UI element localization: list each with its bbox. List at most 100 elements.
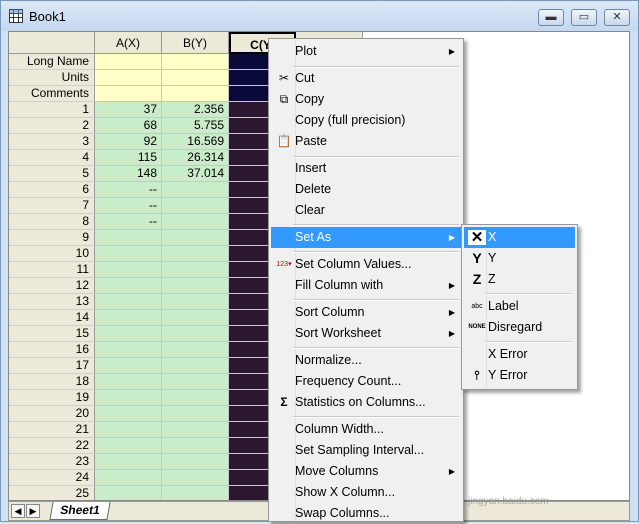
submenu-item-y-error[interactable]: ⫯ Y Error	[464, 365, 575, 386]
cell-b[interactable]: 2.356	[162, 102, 229, 118]
menu-item-fill-column-with[interactable]: Fill Column with ▶	[271, 275, 461, 296]
submenu-item-x[interactable]: ✕ X	[464, 227, 575, 248]
cell-a[interactable]: 92	[95, 134, 162, 150]
cell-a[interactable]: 148	[95, 166, 162, 182]
cell-b[interactable]	[162, 310, 229, 326]
menu-item-clear[interactable]: Clear	[271, 200, 461, 221]
menu-item-column-width[interactable]: Column Width...	[271, 419, 461, 440]
menu-item-label: Delete	[295, 182, 332, 196]
cell-a[interactable]: 115	[95, 150, 162, 166]
sheet-tab[interactable]: Sheet1	[49, 502, 111, 520]
cell-b[interactable]: 5.755	[162, 118, 229, 134]
cell-b[interactable]	[162, 182, 229, 198]
cell-b[interactable]	[162, 230, 229, 246]
cell-b[interactable]	[162, 390, 229, 406]
menu-item-move-columns[interactable]: Move Columns ▶	[271, 461, 461, 482]
cell-a-units[interactable]	[95, 70, 162, 86]
minimize-button[interactable]: ▬	[538, 9, 564, 26]
cell-a[interactable]: --	[95, 198, 162, 214]
menu-item-copy-full-precision[interactable]: Copy (full precision)	[271, 110, 461, 131]
submenu-item-z[interactable]: ZZ	[464, 269, 575, 290]
cell-b[interactable]: 37.014	[162, 166, 229, 182]
menu-item-statistics-on-columns[interactable]: Σ Statistics on Columns...	[271, 392, 461, 413]
cell-a[interactable]	[95, 278, 162, 294]
menu-item-sort-worksheet[interactable]: Sort Worksheet ▶	[271, 323, 461, 344]
menu-item-set-column-values[interactable]: 123▾ Set Column Values...	[271, 254, 461, 275]
cell-a[interactable]	[95, 326, 162, 342]
cell-b[interactable]	[162, 246, 229, 262]
cell-a[interactable]	[95, 374, 162, 390]
cell-b[interactable]: 26.314	[162, 150, 229, 166]
cell-b[interactable]	[162, 342, 229, 358]
cell-a[interactable]: --	[95, 182, 162, 198]
cell-a[interactable]: 68	[95, 118, 162, 134]
cell-b[interactable]	[162, 454, 229, 470]
cell-b[interactable]	[162, 470, 229, 486]
submenu-item-y[interactable]: YY	[464, 248, 575, 269]
cell-b[interactable]	[162, 438, 229, 454]
cell-b[interactable]	[162, 262, 229, 278]
scroll-left-button[interactable]: ◀	[11, 504, 25, 518]
scroll-right-button[interactable]: ▶	[26, 504, 40, 518]
submenu-item-label[interactable]: abc Label	[464, 296, 575, 317]
cell-a[interactable]	[95, 358, 162, 374]
menu-item-normalize[interactable]: Normalize...	[271, 350, 461, 371]
cell-b[interactable]	[162, 486, 229, 500]
menu-item-paste[interactable]: 📋 Paste	[271, 131, 461, 152]
column-header-a[interactable]: A(X)	[95, 32, 162, 54]
submenu-item-disregard[interactable]: NONE Disregard	[464, 317, 575, 338]
cell-b[interactable]	[162, 214, 229, 230]
cell-a[interactable]	[95, 230, 162, 246]
menu-item-insert[interactable]: Insert	[271, 158, 461, 179]
cell-b[interactable]	[162, 406, 229, 422]
menu-item-label: Show X Column...	[295, 485, 396, 499]
menu-item-cut[interactable]: ✂ Cut	[271, 68, 461, 89]
cell-a[interactable]	[95, 262, 162, 278]
cell-a[interactable]	[95, 422, 162, 438]
cell-a[interactable]	[95, 470, 162, 486]
column-header-b[interactable]: B(Y)	[162, 32, 229, 54]
window-title: Book1	[29, 9, 66, 24]
cell-a[interactable]: 37	[95, 102, 162, 118]
cell-b-comments[interactable]	[162, 86, 229, 102]
menu-item-show-x-column[interactable]: Show X Column...	[271, 482, 461, 503]
cell-a[interactable]	[95, 454, 162, 470]
close-button[interactable]: ✕	[604, 9, 630, 26]
cell-a[interactable]	[95, 310, 162, 326]
cell-b[interactable]	[162, 422, 229, 438]
menu-item-sort-column[interactable]: Sort Column ▶	[271, 302, 461, 323]
corner-cell[interactable]	[9, 32, 95, 54]
cell-a[interactable]	[95, 294, 162, 310]
title-bar[interactable]: Book1 ▬ ▭ ✕	[1, 1, 638, 31]
cell-b[interactable]: 16.569	[162, 134, 229, 150]
cell-b[interactable]	[162, 198, 229, 214]
cell-a-long-name[interactable]	[95, 54, 162, 70]
cell-a-comments[interactable]	[95, 86, 162, 102]
menu-item-delete[interactable]: Delete	[271, 179, 461, 200]
cell-a[interactable]: --	[95, 214, 162, 230]
cell-a[interactable]	[95, 246, 162, 262]
cell-b-long-name[interactable]	[162, 54, 229, 70]
restore-button[interactable]: ▭	[571, 9, 597, 26]
row-number: 5	[9, 166, 95, 182]
cell-b[interactable]	[162, 358, 229, 374]
cell-a[interactable]	[95, 342, 162, 358]
submenu-item-x-error[interactable]: X Error	[464, 344, 575, 365]
row-number: 6	[9, 182, 95, 198]
row-number: 13	[9, 294, 95, 310]
menu-item-swap-columns[interactable]: Swap Columns...	[271, 503, 461, 524]
menu-item-set-sampling-interval[interactable]: Set Sampling Interval...	[271, 440, 461, 461]
menu-item-copy[interactable]: ⧉ Copy	[271, 89, 461, 110]
cell-b[interactable]	[162, 294, 229, 310]
menu-item-frequency-count[interactable]: Frequency Count...	[271, 371, 461, 392]
cell-a[interactable]	[95, 390, 162, 406]
cell-a[interactable]	[95, 438, 162, 454]
cell-b[interactable]	[162, 278, 229, 294]
cell-b[interactable]	[162, 326, 229, 342]
menu-item-plot[interactable]: Plot ▶	[271, 41, 461, 62]
cell-b[interactable]	[162, 374, 229, 390]
cell-b-units[interactable]	[162, 70, 229, 86]
cell-a[interactable]	[95, 486, 162, 500]
menu-item-set-as[interactable]: Set As ▶	[271, 227, 461, 248]
cell-a[interactable]	[95, 406, 162, 422]
